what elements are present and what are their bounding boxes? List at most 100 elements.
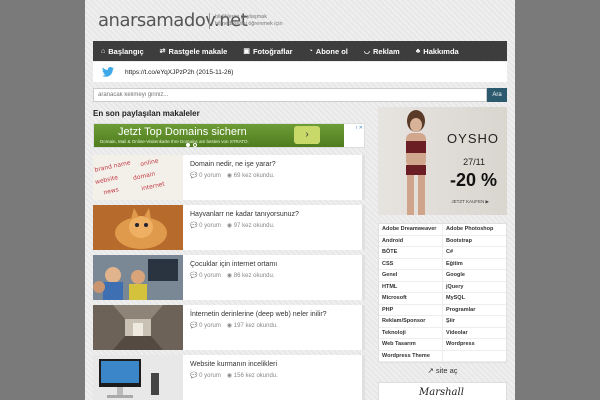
article-list: brand name online website domain news inter… <box>93 155 365 400</box>
nav-item-label: Fotoğraflar <box>252 46 293 56</box>
tag-link[interactable]: HTML <box>379 281 443 292</box>
megaphone-icon: ◡ <box>363 48 370 55</box>
nav-item-label: Abone ol <box>315 46 348 56</box>
logo-divider <box>209 13 210 29</box>
article-meta: 💬 0 yorum ◉ 86 kez okundu. <box>190 272 274 279</box>
tag-row: Wordpress Theme <box>379 350 506 362</box>
tag-link[interactable]: Genel <box>379 270 443 281</box>
eye-icon: ◉ <box>226 223 233 229</box>
comment-icon: 💬 <box>190 223 198 229</box>
tag-link[interactable]: Web Tasarım <box>379 339 443 350</box>
comments-text: 0 yorum <box>199 373 221 379</box>
tag-link[interactable]: Google <box>443 270 506 281</box>
article-title[interactable]: İnternetin derinlerine (deep web) neler … <box>190 311 327 318</box>
marshall-ad[interactable]: Marshall <box>378 382 507 400</box>
tag-link[interactable]: CSS <box>379 258 443 269</box>
ad-subtitle: Domain, Mail & Online-Visitenkarte Ihre … <box>100 139 249 144</box>
article-title[interactable]: Çocuklar için internet ortamı <box>190 261 277 268</box>
create-site-label: site aç <box>435 366 458 375</box>
rss-icon: ◔ <box>308 47 313 55</box>
tag-row: Genel Google <box>379 270 506 282</box>
nav-item-label: Rastgele makale <box>168 46 228 56</box>
ad-title: Jetzt Top Domains sichern <box>118 126 247 138</box>
main-nav: ⌂ Başlangıç ⇄ Rastgele makale ▣ Fotoğraf… <box>93 41 507 61</box>
comments-text: 0 yorum <box>199 273 221 279</box>
nav-item-random-article[interactable]: ⇄ Rastgele makale <box>152 41 236 61</box>
tag-link[interactable]: Programlar <box>443 305 506 316</box>
tag-link[interactable]: C# <box>443 247 506 258</box>
tweet-link[interactable]: https://t.co/eYqXJPzP2h (2015-11-26) <box>125 69 233 76</box>
tag-link[interactable]: jQuery <box>443 282 506 293</box>
ad-arrow-button[interactable]: › <box>294 126 320 144</box>
carousel-dot-active[interactable] <box>186 143 190 147</box>
reads-count: ◉ 156 kez okundu. <box>227 372 278 379</box>
nav-item-photos[interactable]: ▣ Fotoğraflar <box>235 41 300 61</box>
comments-text: 0 yorum <box>199 323 221 329</box>
list-item[interactable]: brand name online website domain news inter… <box>93 155 365 200</box>
article-title[interactable]: Domain nedir, ne işe yarar? <box>190 161 276 168</box>
nav-item-subscribe[interactable]: ◔ Abone ol <box>301 41 356 61</box>
tag-link[interactable]: Microsoft <box>379 293 443 304</box>
tag-link[interactable]: Şiir <box>443 316 506 327</box>
tag-link[interactable]: Android <box>379 235 443 246</box>
list-item[interactable]: İnternetin derinlerine (deep web) neler … <box>93 305 365 350</box>
tag-link[interactable]: Adobe Photoshop <box>443 224 506 235</box>
comments-count: 💬 0 yorum <box>190 272 221 279</box>
tag-row: Reklam/Sponsor Şiir <box>379 316 506 328</box>
tag-link[interactable]: Bootstrap <box>443 236 506 247</box>
reads-text: 97 kez okundu. <box>233 223 275 229</box>
tag-link[interactable]: Eğitim <box>443 259 506 270</box>
tag-link[interactable]: MySQL <box>443 293 506 304</box>
tag-link[interactable]: Reklam/Sponsor <box>379 316 443 327</box>
page-container: anarsamadov.net bildiklerini paylaşmak b… <box>85 0 515 400</box>
ad-cta[interactable]: JETZT KAUFEN ▶ <box>451 199 489 205</box>
tag-link[interactable]: Wordpress Theme <box>379 350 443 361</box>
comment-icon: 💬 <box>190 173 198 179</box>
latest-articles-heading: En son paylaşılan makaleler <box>93 109 200 118</box>
create-site-link[interactable]: ↗ site aç <box>378 366 507 375</box>
nav-item-label: Başlangıç <box>108 46 144 56</box>
nav-item-about[interactable]: ♣ Hakkımda <box>408 41 467 61</box>
nav-item-label: Reklam <box>373 46 400 56</box>
eye-icon: ◉ <box>226 173 233 179</box>
article-meta: 💬 0 yorum ◉ 69 kez okundu. <box>190 172 274 179</box>
home-icon: ⌂ <box>101 47 106 55</box>
article-title[interactable]: Website kurmanın incelikleri <box>190 361 277 368</box>
ad-date: 27/11 <box>463 157 485 167</box>
nav-item-ads[interactable]: ◡ Reklam <box>356 41 408 61</box>
article-thumbnail: brand name online website domain news inter… <box>93 155 183 200</box>
article-meta: 💬 0 yorum ◉ 156 kez okundu. <box>190 372 278 379</box>
reads-count: ◉ 86 kez okundu. <box>227 272 275 279</box>
list-item[interactable]: Hayvanlarr ne kadar tanıyorsunuz? 💬 0 yo… <box>93 205 365 250</box>
eye-icon: ◉ <box>226 373 233 379</box>
search-button[interactable]: Ara <box>487 88 507 102</box>
tag-link[interactable]: Teknoloji <box>379 327 443 338</box>
tag-link[interactable]: PHP <box>379 304 443 315</box>
reads-count: ◉ 69 kez okundu. <box>227 172 275 179</box>
tag-link[interactable]: Videolar <box>443 328 506 339</box>
ad-discount: -20 % <box>449 170 497 190</box>
external-link-icon: ↗ <box>427 366 434 375</box>
tag-row: Microsoft MySQL <box>379 293 506 305</box>
tagline-line-1: bildiklerini paylaşmak <box>215 14 267 20</box>
carousel-dot[interactable] <box>193 143 197 147</box>
tagline-line-2: bilmediklerini öğrenmek için <box>215 21 283 27</box>
comments-count: 💬 0 yorum <box>190 172 221 179</box>
article-title[interactable]: Hayvanlarr ne kadar tanıyorsunuz? <box>190 211 299 218</box>
search-input[interactable] <box>93 88 487 102</box>
comments-count: 💬 0 yorum <box>190 222 221 229</box>
tag-link[interactable]: Wordpress <box>443 339 506 350</box>
nav-item-home[interactable]: ⌂ Başlangıç <box>93 41 152 61</box>
list-item[interactable]: Website kurmanın incelikleri 💬 0 yorum ◉… <box>93 355 365 400</box>
ad-close-icon[interactable]: i ✕ <box>356 125 363 131</box>
reads-count: ◉ 197 kez okundu. <box>227 322 278 329</box>
tag-link[interactable]: BÖTE <box>379 247 443 258</box>
oysho-ad[interactable]: OYSHO 27/11 -20 % JETZT KAUFEN ▶ <box>378 107 507 215</box>
tag-link[interactable]: Adobe Dreamweaver <box>379 224 443 235</box>
strato-ad-banner[interactable]: Jetzt Top Domains sichern Domain, Mail &… <box>93 123 365 148</box>
comment-icon: 💬 <box>190 323 198 329</box>
list-item[interactable]: Çocuklar için internet ortamı 💬 0 yorum … <box>93 255 365 300</box>
comment-icon: 💬 <box>190 273 198 279</box>
reads-text: 69 kez okundu. <box>233 173 275 179</box>
tag-link[interactable] <box>443 351 506 362</box>
